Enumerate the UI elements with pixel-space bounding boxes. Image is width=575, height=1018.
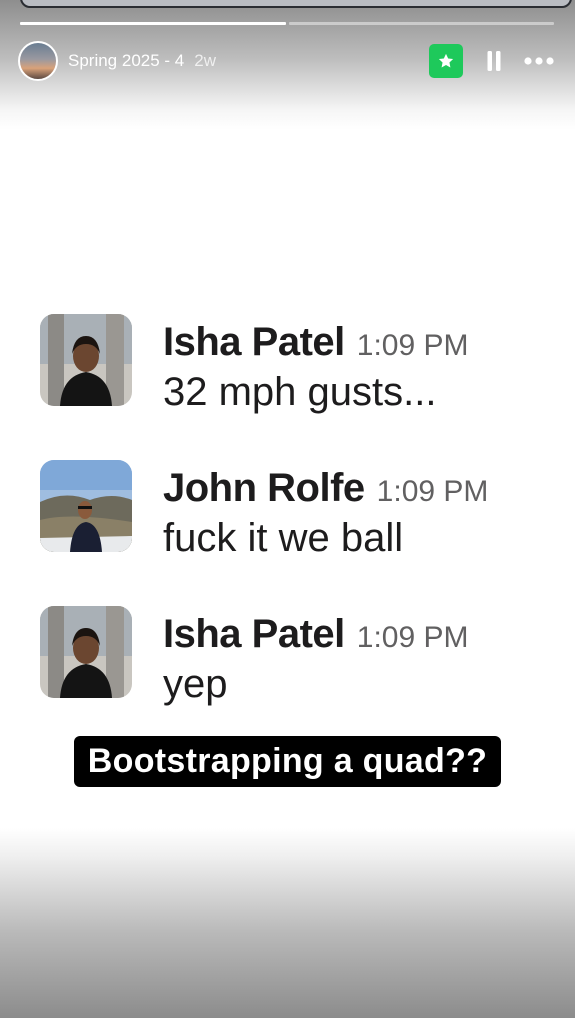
story-header: Spring 2025 - 4 2w [18, 40, 558, 82]
message-sender: Isha Patel 1:09 PM [163, 320, 469, 364]
message-sender: John Rolfe 1:09 PM [163, 466, 489, 510]
story-age: 2w [194, 51, 216, 70]
chat-screenshot: Isha Patel 1:09 PM 32 mph gusts... John R… [0, 300, 575, 718]
progress-segment-viewed [20, 22, 286, 25]
more-options-button[interactable] [520, 47, 558, 75]
message-item: Isha Patel 1:09 PM yep [40, 592, 560, 706]
bottom-gradient [0, 828, 575, 1018]
message-text: 32 mph gusts... [163, 370, 437, 414]
previous-frame-edge [20, 0, 572, 8]
avatar [40, 314, 132, 406]
message-sender: Isha Patel 1:09 PM [163, 612, 469, 656]
message-text: yep [163, 662, 228, 706]
header-controls [429, 44, 558, 78]
message-item: John Rolfe 1:09 PM fuck it we ball [40, 446, 560, 560]
message-time: 1:09 PM [356, 329, 469, 362]
message-text: fuck it we ball [163, 516, 404, 560]
avatar [40, 606, 132, 698]
close-friends-star-button[interactable] [429, 44, 463, 78]
message-time: 1:09 PM [376, 475, 489, 508]
more-icon [524, 57, 554, 65]
message-time: 1:09 PM [356, 621, 469, 654]
story-caption: Bootstrapping a quad?? [74, 736, 501, 787]
story-progress-bar [20, 22, 554, 25]
star-icon [438, 53, 454, 68]
avatar [40, 460, 132, 552]
story-avatar[interactable] [18, 41, 58, 81]
pause-icon [487, 51, 501, 71]
progress-segment-remaining [288, 22, 554, 25]
story-title[interactable]: Spring 2025 - 4 [68, 51, 184, 71]
pause-button[interactable] [480, 47, 508, 75]
message-item: Isha Patel 1:09 PM 32 mph gusts... [40, 300, 560, 414]
